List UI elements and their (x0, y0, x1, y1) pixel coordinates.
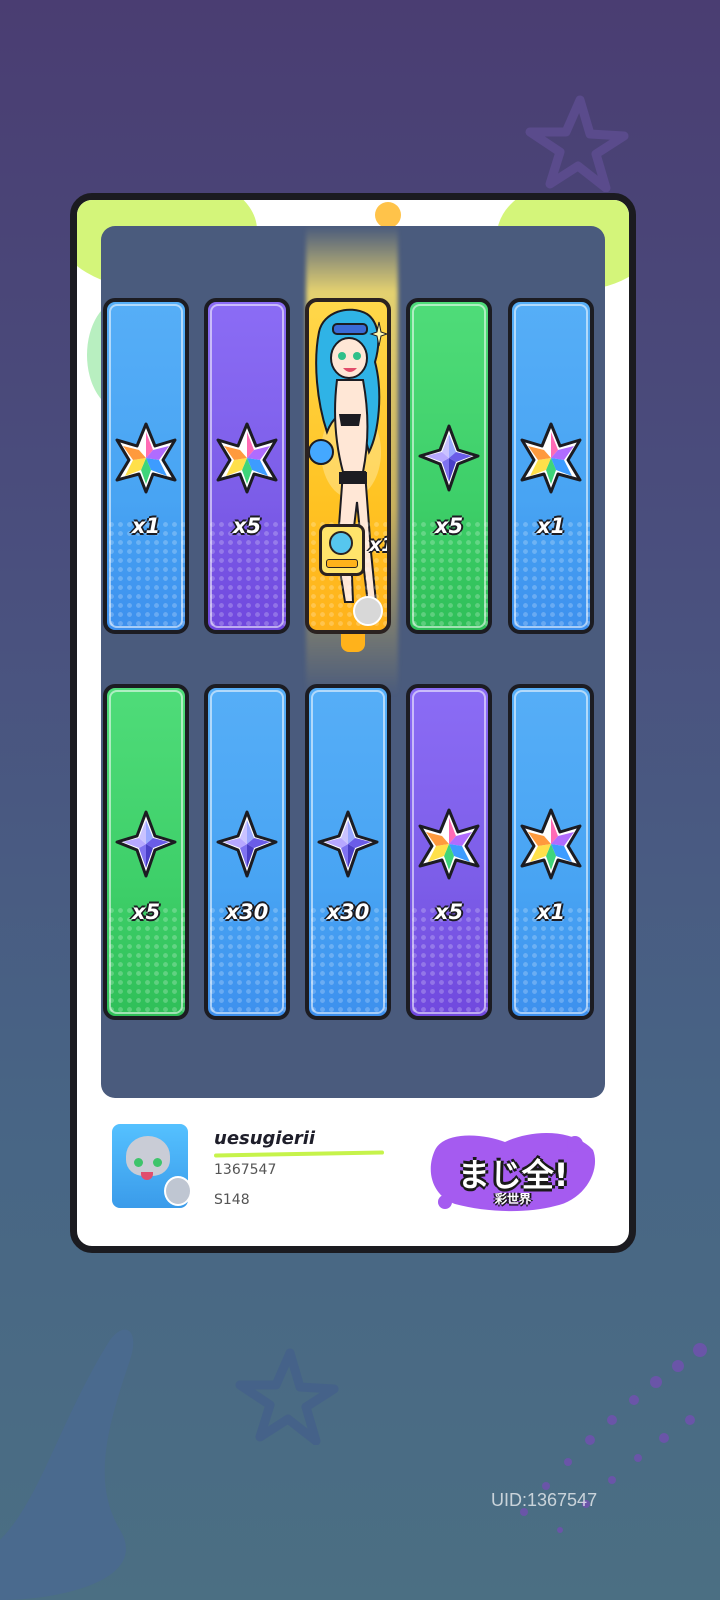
rainbow-star-gem-icon (418, 808, 480, 880)
reward-quantity: x1 (369, 534, 387, 556)
reward-quantity: x5 (434, 900, 464, 924)
reward-quantity: x5 (434, 514, 464, 538)
player-server: S148 (214, 1192, 250, 1208)
rainbow-star-gem-icon (520, 422, 582, 494)
rainbow-star-gem-icon (115, 422, 177, 494)
reward-quantity: x5 (232, 514, 262, 538)
logo-subtitle: 彩世界 (494, 1192, 531, 1206)
character-illustration (309, 308, 387, 613)
purple-crystal-gem-icon (317, 810, 379, 878)
reward-card-8[interactable]: x30 (305, 684, 391, 1020)
reward-quantity: x1 (131, 514, 161, 538)
purple-crystal-gem-icon (115, 810, 177, 878)
reward-card-5[interactable]: x1 (508, 298, 594, 634)
background-dots (520, 1343, 707, 1533)
player-avatar[interactable] (110, 1122, 192, 1210)
background-star-icon (235, 1348, 339, 1445)
purple-crystal-gem-icon (216, 810, 278, 878)
orange-dot (375, 202, 401, 228)
uid-label: UID:1367547 (491, 1490, 598, 1510)
player-uid: 1367547 (214, 1162, 277, 1178)
reward-card-4[interactable]: x5 (406, 298, 492, 634)
rainbow-star-gem-icon (216, 422, 278, 494)
rainbow-star-gem-icon (520, 808, 582, 880)
reward-card-featured-character[interactable]: x1 (305, 298, 391, 634)
character-type-icon (353, 596, 383, 626)
player-username: uesugierii (214, 1128, 316, 1149)
reward-card-7[interactable]: x30 (204, 684, 290, 1020)
background-star-icon (525, 95, 629, 192)
reward-quantity: x5 (131, 900, 161, 924)
reward-quantity: x30 (225, 900, 269, 924)
reward-card-9[interactable]: x5 (406, 684, 492, 1020)
reward-card-1[interactable]: x1 (103, 298, 189, 634)
reward-card-6[interactable]: x5 (103, 684, 189, 1020)
purple-crystal-gem-icon (418, 424, 480, 492)
game-logo: まじ全! 彩世界 (425, 1120, 601, 1216)
reward-quantity: x30 (326, 900, 370, 924)
character-avatar-chip (319, 524, 365, 576)
reward-quantity: x1 (536, 900, 566, 924)
gacha-result-screen: { "rewards": [ {"color": "#48a4f3", "gem… (0, 0, 720, 1600)
reward-card-10[interactable]: x1 (508, 684, 594, 1020)
background-splash (0, 1329, 134, 1600)
player-info-footer: uesugierii 1367547 S148 まじ全! 彩世界 (77, 1100, 629, 1248)
username-underline (213, 1150, 385, 1158)
reward-quantity: x1 (536, 514, 566, 538)
reward-card-2[interactable]: x5 (204, 298, 290, 634)
